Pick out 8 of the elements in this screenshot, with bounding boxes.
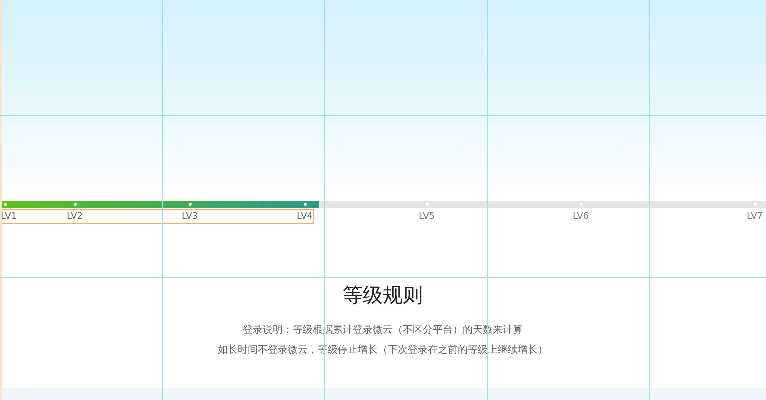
level-label: LV4: [297, 212, 313, 222]
rules-title: 等级规则: [343, 282, 423, 309]
level-label: LV7: [747, 212, 763, 222]
level-label: LV6: [573, 212, 589, 222]
level-label: LV5: [419, 212, 435, 222]
level-label: LV1: [1, 212, 17, 222]
level-label: LV2: [67, 212, 83, 222]
level-label: LV3: [182, 212, 198, 222]
